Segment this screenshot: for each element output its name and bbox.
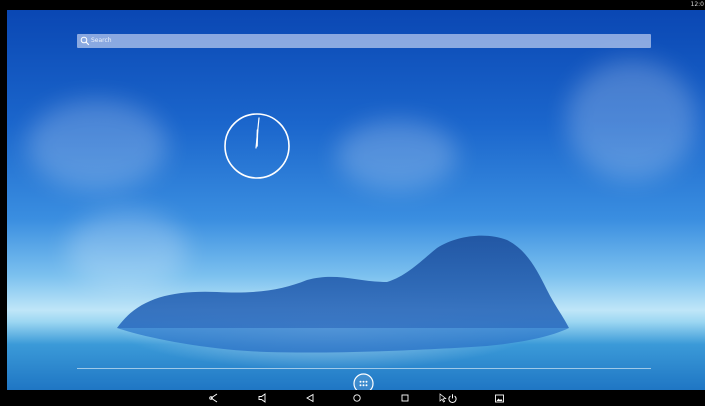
share-icon	[209, 393, 218, 403]
search-input-placeholder: Search	[91, 37, 112, 44]
back-icon	[306, 393, 314, 403]
screenshot-icon	[494, 394, 504, 402]
power-button[interactable]	[436, 390, 460, 406]
recents-button[interactable]	[396, 390, 414, 406]
volume-down-icon	[258, 393, 266, 403]
home-icon	[353, 394, 361, 402]
analog-clock-widget[interactable]	[223, 112, 291, 180]
back-button[interactable]	[301, 390, 319, 406]
search-icon	[80, 36, 90, 46]
status-time: 12:0	[690, 1, 704, 8]
screenshot-button[interactable]	[490, 390, 508, 406]
search-bar[interactable]: Search	[77, 34, 651, 48]
power-icon	[447, 393, 457, 403]
navigation-bar	[0, 390, 705, 406]
mouse-pointer-icon	[439, 393, 447, 403]
dock-divider	[77, 368, 651, 369]
wallpaper: Search	[7, 10, 705, 390]
recents-icon	[401, 394, 409, 402]
android-home-screen: 12:0 Search	[0, 0, 705, 406]
volume-down-button[interactable]	[254, 390, 272, 406]
share-button[interactable]	[205, 390, 223, 406]
all-apps-button[interactable]	[353, 373, 374, 390]
home-button[interactable]	[348, 390, 366, 406]
iceberg-illustration	[117, 235, 569, 353]
status-bar: 12:0	[0, 0, 705, 10]
